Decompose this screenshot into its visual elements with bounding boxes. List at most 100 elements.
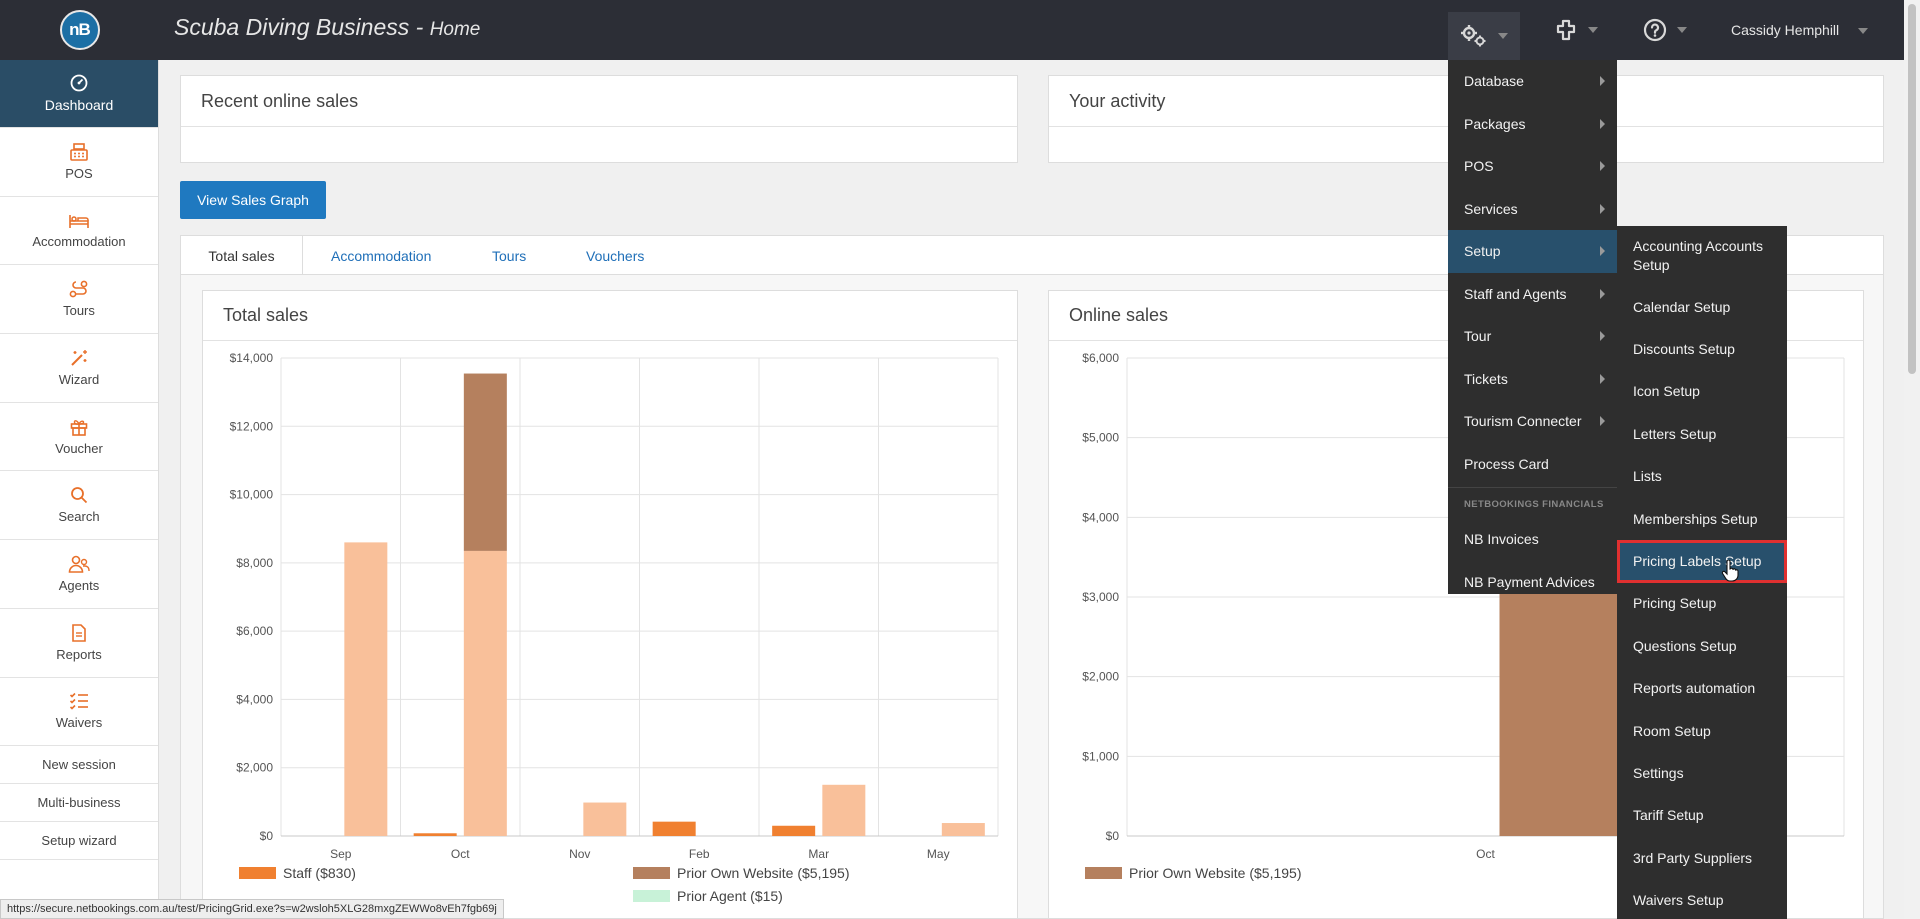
submenu-item-pricing-labels-setup[interactable]: Pricing Labels Setup <box>1617 540 1787 583</box>
sidebar-link-multi-business[interactable]: Multi-business <box>0 784 158 823</box>
tab-vouchers[interactable]: Vouchers <box>586 236 644 276</box>
menu-item-services[interactable]: Services <box>1448 188 1617 231</box>
top-bar: nB Scuba Diving Business - Home Cassidy … <box>0 0 1920 60</box>
bar-sales <box>344 542 388 836</box>
scrollbar-thumb[interactable] <box>1908 4 1916 374</box>
y-tick-label: $2,000 <box>1082 670 1119 684</box>
route-icon <box>69 280 88 298</box>
sidebar-item-label: Reports <box>56 646 102 662</box>
submenu-item-3rd-party-suppliers[interactable]: 3rd Party Suppliers <box>1617 837 1787 879</box>
sidebar-item-dashboard[interactable]: Dashboard <box>0 60 158 128</box>
menu-item-packages[interactable]: Packages <box>1448 103 1617 146</box>
submenu-item-lists[interactable]: Lists <box>1617 456 1787 498</box>
tab-total-sales[interactable]: Total sales <box>181 236 303 276</box>
submenu-item-waivers-setup[interactable]: Waivers Setup <box>1617 879 1787 919</box>
gift-icon <box>70 419 88 436</box>
menu-item-database[interactable]: Database <box>1448 60 1617 103</box>
sidebar-item-label: Accommodation <box>32 233 126 249</box>
sidebar-item-waivers[interactable]: Waivers <box>0 678 158 747</box>
submenu-item-memberships-setup[interactable]: Memberships Setup <box>1617 498 1787 540</box>
sidebar-item-reports[interactable]: Reports <box>0 609 158 678</box>
x-tick-label: Nov <box>569 847 590 861</box>
sidebar: Dashboard POS Accommodation Tours Wizard… <box>0 60 159 919</box>
chevron-right-icon <box>1600 246 1605 257</box>
x-tick-label: Oct <box>1476 847 1495 861</box>
view-sales-graph-button[interactable]: View Sales Graph <box>180 181 326 219</box>
checklist-icon <box>69 693 88 710</box>
sidebar-item-label: Waivers <box>55 715 103 731</box>
cash-register-icon <box>70 143 88 161</box>
chevron-right-icon <box>1600 203 1605 214</box>
x-tick-label: Mar <box>808 847 829 861</box>
submenu-item-room-setup[interactable]: Room Setup <box>1617 710 1787 752</box>
sidebar-item-label: Search <box>58 509 100 525</box>
menu-item-tour[interactable]: Tour <box>1448 315 1617 358</box>
bar-staff <box>652 821 696 836</box>
menu-item-pos[interactable]: POS <box>1448 145 1617 188</box>
logo[interactable]: nB <box>59 10 100 50</box>
submenu-item-calendar-setup[interactable]: Calendar Setup <box>1617 286 1787 328</box>
y-tick-label: $2,000 <box>236 761 273 775</box>
sidebar-item-tours[interactable]: Tours <box>0 265 158 335</box>
sidebar-item-label: Tours <box>63 303 95 319</box>
chevron-right-icon <box>1600 76 1605 87</box>
menu-item-label: Packages <box>1464 115 1526 132</box>
settings-dropdown-menu: Database Packages POS Services Setup Sta… <box>1448 60 1617 594</box>
menu-item-nb-invoices[interactable]: NB Invoices <box>1448 518 1617 561</box>
sidebar-item-agents[interactable]: Agents <box>0 540 158 609</box>
bar-sales <box>822 784 866 836</box>
menu-item-nb-payment-advices[interactable]: NB Payment Advices <box>1448 561 1617 604</box>
x-tick-label: Sep <box>330 847 352 861</box>
menu-item-process-card[interactable]: Process Card <box>1448 443 1617 486</box>
tab-accommodation[interactable]: Accommodation <box>331 236 431 276</box>
bed-icon <box>69 214 89 228</box>
legend-label: Staff ($830) <box>283 865 356 881</box>
sidebar-item-label: Wizard <box>58 371 100 387</box>
submenu-item-letters-setup[interactable]: Letters Setup <box>1617 413 1787 455</box>
menu-item-tickets[interactable]: Tickets <box>1448 358 1617 401</box>
submenu-item-icon-setup[interactable]: Icon Setup <box>1617 371 1787 413</box>
help-menu-button[interactable] <box>1643 12 1687 48</box>
sidebar-link-setup-wizard[interactable]: Setup wizard <box>0 822 158 861</box>
sidebar-item-label: Voucher <box>55 440 103 456</box>
chevron-right-icon <box>1600 373 1605 384</box>
plugins-menu-button[interactable] <box>1554 12 1598 48</box>
submenu-item-pricing-setup[interactable]: Pricing Setup <box>1617 583 1787 625</box>
magic-wand-icon <box>71 349 87 366</box>
y-tick-label: $12,000 <box>230 419 274 433</box>
sidebar-item-accommodation[interactable]: Accommodation <box>0 197 158 266</box>
menu-item-label: NB Payment Advices <box>1464 573 1595 590</box>
menu-item-tourism-connecter[interactable]: Tourism Connecter <box>1448 400 1617 443</box>
chevron-right-icon <box>1600 288 1605 299</box>
submenu-item-tariff-setup[interactable]: Tariff Setup <box>1617 795 1787 837</box>
sidebar-link-new-session[interactable]: New session <box>0 746 158 785</box>
submenu-item-questions-setup[interactable]: Questions Setup <box>1617 625 1787 667</box>
submenu-item-accounting-accounts-setup[interactable]: Accounting Accounts Setup <box>1617 226 1787 286</box>
submenu-item-reports-automation[interactable]: Reports automation <box>1617 668 1787 710</box>
logo-container[interactable]: nB <box>0 0 159 60</box>
menu-item-setup[interactable]: Setup <box>1448 230 1617 273</box>
sidebar-item-search[interactable]: Search <box>0 471 158 541</box>
sidebar-item-voucher[interactable]: Voucher <box>0 403 158 472</box>
sidebar-item-pos[interactable]: POS <box>0 128 158 197</box>
menu-item-label: Database <box>1464 73 1524 90</box>
user-menu-button[interactable]: Cassidy Hemphill <box>1731 22 1839 38</box>
x-tick-label: May <box>927 847 950 861</box>
sidebar-item-wizard[interactable]: Wizard <box>0 334 158 403</box>
settings-menu-button[interactable] <box>1448 12 1520 60</box>
tab-tours[interactable]: Tours <box>492 236 526 276</box>
x-tick-label: Feb <box>689 847 710 861</box>
submenu-item-settings[interactable]: Settings <box>1617 752 1787 794</box>
menu-section-header: NETBOOKINGS FINANCIALS <box>1464 498 1604 510</box>
help-icon <box>1643 18 1667 42</box>
sidebar-item-label: POS <box>65 165 93 181</box>
submenu-item-discounts-setup[interactable]: Discounts Setup <box>1617 328 1787 370</box>
gears-icon <box>1461 25 1486 47</box>
recent-online-sales-panel: Recent online sales <box>180 75 1018 163</box>
report-icon <box>72 623 86 642</box>
menu-item-staff-and-agents[interactable]: Staff and Agents <box>1448 273 1617 316</box>
chart-title: Total sales <box>203 291 1017 341</box>
y-tick-label: $6,000 <box>1082 351 1119 365</box>
legend-label: Prior Own Website ($5,195) <box>677 865 849 881</box>
bar-sales <box>941 823 985 836</box>
